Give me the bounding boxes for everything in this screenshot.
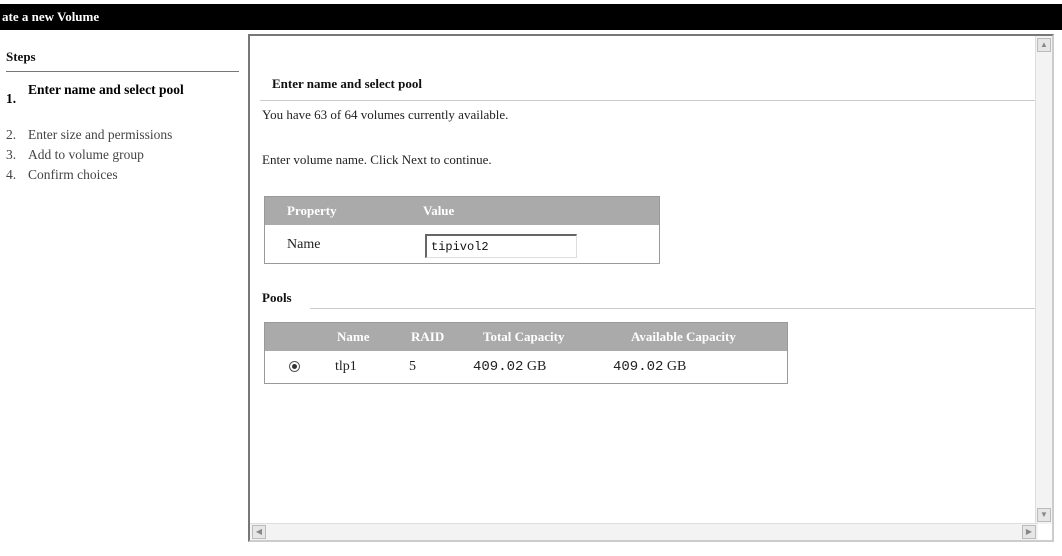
step-number: 1. xyxy=(6,91,17,106)
property-table-header: Property Value xyxy=(265,197,659,225)
step-number: 2. xyxy=(6,127,17,142)
scroll-left-arrow-icon[interactable]: ◀ xyxy=(252,525,266,539)
steps-title: Steps xyxy=(6,49,36,64)
header-total-capacity: Total Capacity xyxy=(483,329,565,344)
steps-panel: Steps 1. Enter name and select pool 2. E… xyxy=(0,40,244,540)
volume-name-input[interactable] xyxy=(425,234,577,258)
pools-table: Name RAID Total Capacity Available Capac… xyxy=(264,322,788,384)
pool-name: tlp1 xyxy=(335,359,357,374)
step-label: Enter name and select pool xyxy=(28,82,184,97)
available-capacity-unit: GB xyxy=(666,359,687,374)
pool-total-capacity: 409.02 GB xyxy=(473,359,546,375)
property-table: Property Value Name xyxy=(264,196,660,264)
step-label: Enter size and permissions xyxy=(28,127,173,142)
scroll-up-arrow-icon[interactable]: ▲ xyxy=(1037,38,1051,52)
section-title: Enter name and select pool xyxy=(272,76,422,91)
pools-divider xyxy=(310,308,1036,309)
scroll-right-arrow-icon[interactable]: ▶ xyxy=(1022,525,1036,539)
total-capacity-unit: GB xyxy=(526,359,547,374)
header-name: Name xyxy=(337,329,370,344)
header-available-capacity: Available Capacity xyxy=(631,329,736,344)
vertical-scrollbar[interactable]: ▲ ▼ xyxy=(1035,36,1052,524)
total-capacity-value: 409.02 xyxy=(473,359,524,375)
header-value: Value xyxy=(423,203,455,218)
content-panel: Enter name and select pool You have 63 o… xyxy=(248,34,1054,542)
property-name-label: Name xyxy=(287,237,321,252)
window-title: ate a new Volume xyxy=(2,9,100,24)
horizontal-scrollbar[interactable]: ◀ ▶ xyxy=(250,523,1038,540)
available-capacity-value: 409.02 xyxy=(613,359,664,375)
pool-available-capacity: 409.02 GB xyxy=(613,359,686,375)
window-title-bar: ate a new Volume xyxy=(0,4,1062,30)
pools-title: Pools xyxy=(262,290,292,305)
scroll-down-arrow-icon[interactable]: ▼ xyxy=(1037,508,1051,522)
pool-raid: 5 xyxy=(409,359,416,374)
pools-table-header: Name RAID Total Capacity Available Capac… xyxy=(265,323,787,351)
header-property: Property xyxy=(287,203,337,218)
availability-text: You have 63 of 64 volumes currently avai… xyxy=(262,107,509,122)
step-label: Add to volume group xyxy=(28,147,144,162)
steps-divider xyxy=(6,71,239,72)
instruction-text: Enter volume name. Click Next to continu… xyxy=(262,152,492,167)
step-label: Confirm choices xyxy=(28,167,118,182)
section-divider xyxy=(260,100,1036,101)
step-number: 3. xyxy=(6,147,17,162)
header-raid: RAID xyxy=(411,329,445,344)
pool-select-radio[interactable] xyxy=(289,361,300,372)
step-number: 4. xyxy=(6,167,17,182)
